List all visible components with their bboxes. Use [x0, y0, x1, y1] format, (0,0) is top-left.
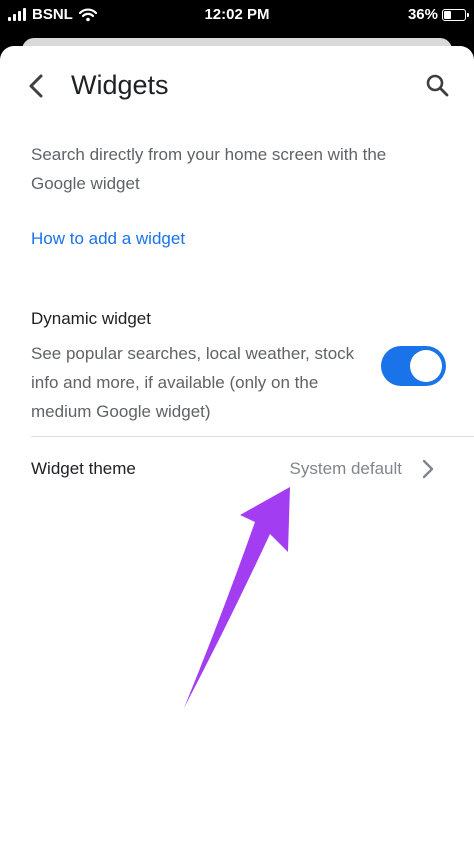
back-button[interactable]	[22, 70, 52, 102]
widget-theme-label: Widget theme	[31, 459, 136, 478]
search-button[interactable]	[424, 72, 452, 100]
how-to-add-widget-link[interactable]: How to add a widget	[31, 229, 185, 249]
page-title: Widgets	[71, 70, 169, 100]
app-bar: Widgets	[0, 46, 474, 126]
search-icon	[426, 74, 449, 97]
chevron-left-icon	[29, 74, 43, 98]
status-right: 36%	[407, 6, 469, 23]
widget-description: Search directly from your home screen wi…	[31, 145, 387, 193]
toggle-knob	[410, 350, 442, 382]
widget-theme-row[interactable]: Widget theme System default	[0, 437, 474, 499]
clock: 12:02 PM	[204, 6, 270, 23]
widget-theme-value: System default	[289, 459, 402, 478]
widgets-settings-sheet: Widgets Search directly from your home s…	[0, 46, 474, 846]
chevron-right-icon	[422, 459, 434, 479]
battery-percent: 36%	[407, 6, 438, 23]
dynamic-widget-title: Dynamic widget	[31, 309, 151, 328]
battery-fill	[444, 10, 452, 19]
battery-icon	[442, 8, 469, 21]
status-bar: BSNL 12:02 PM 36%	[0, 0, 474, 30]
dynamic-widget-description: See popular searches, local weather, sto…	[31, 344, 355, 421]
dynamic-widget-toggle[interactable]	[381, 346, 446, 386]
